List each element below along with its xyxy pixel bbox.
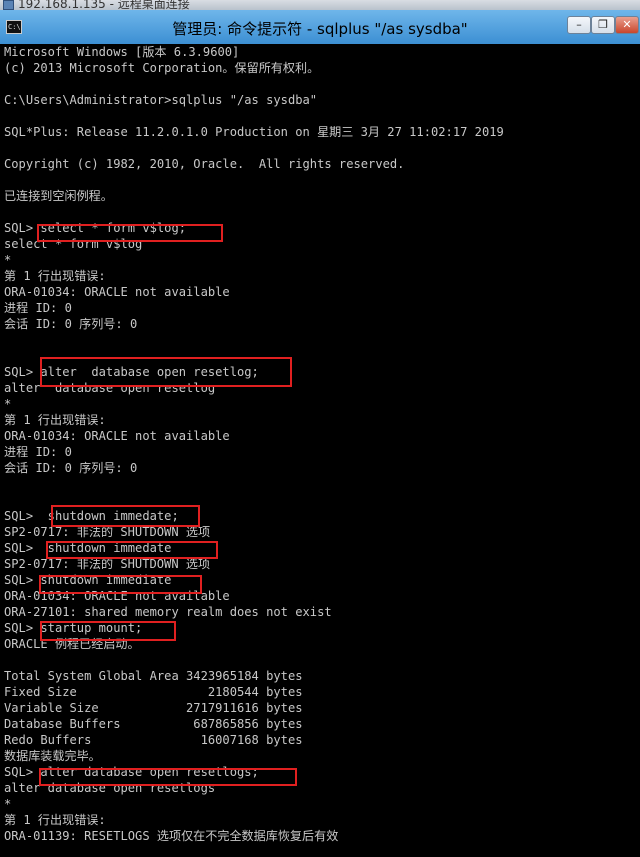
- maximize-button[interactable]: ❐: [591, 16, 615, 34]
- console-line: 进程 ID: 0: [4, 301, 72, 315]
- console-line: Fixed Size 2180544 bytes: [4, 685, 303, 699]
- console-line: *: [4, 253, 12, 267]
- highlight-box: [39, 575, 202, 594]
- console-line: Total System Global Area 3423965184 byte…: [4, 669, 303, 683]
- console-line: ORA-01139: RESETLOGS 选项仅在不完全数据库恢复后有效: [4, 829, 339, 843]
- console-line: Redo Buffers 16007168 bytes: [4, 733, 303, 747]
- console-line: Microsoft Windows [版本 6.3.9600]: [4, 45, 240, 59]
- console-line: C:\Users\Administrator>sqlplus "/as sysd…: [4, 93, 318, 107]
- console-line: 会话 ID: 0 序列号: 0: [4, 461, 138, 475]
- window-titlebar[interactable]: C:\ 管理员: 命令提示符 - sqlplus "/as sysdba" – …: [0, 10, 640, 44]
- highlight-box: [37, 224, 223, 242]
- console-line: Copyright (c) 1982, 2010, Oracle. All ri…: [4, 157, 405, 171]
- console-line: 会话 ID: 0 序列号: 0: [4, 317, 138, 331]
- highlight-box: [39, 768, 297, 786]
- highlight-box: [40, 621, 176, 641]
- console-line: ORA-01034: ORACLE not available: [4, 285, 230, 299]
- console-line: SQL*Plus: Release 11.2.0.1.0 Production …: [4, 125, 504, 139]
- highlight-box: [51, 505, 200, 527]
- remote-desktop-icon: [3, 0, 14, 10]
- close-button[interactable]: ✕: [615, 16, 639, 34]
- console-line: (c) 2013 Microsoft Corporation。保留所有权利。: [4, 61, 320, 75]
- console-line: ORA-27101: shared memory realm does not …: [4, 605, 332, 619]
- highlight-box: [46, 541, 218, 559]
- console-line: Database Buffers 687865856 bytes: [4, 717, 303, 731]
- console-line: 已连接到空闲例程。: [4, 189, 113, 203]
- minimize-button[interactable]: –: [567, 16, 591, 34]
- window-title: 管理员: 命令提示符 - sqlplus "/as sysdba": [172, 20, 468, 38]
- console-line: *: [4, 797, 12, 811]
- console-line: *: [4, 397, 12, 411]
- console-line: Variable Size 2717911616 bytes: [4, 701, 303, 715]
- remote-desktop-bar: 192.168.1.135 - 远程桌面连接: [0, 0, 640, 10]
- highlight-box: [40, 357, 292, 387]
- console-line: 第 1 行出现错误:: [4, 813, 106, 827]
- console-line: 进程 ID: 0: [4, 445, 72, 459]
- console-output[interactable]: Microsoft Windows [版本 6.3.9600] (c) 2013…: [0, 44, 640, 857]
- console-line: 第 1 行出现错误:: [4, 269, 106, 283]
- console-line: 数据库装载完毕。: [4, 749, 101, 763]
- remote-desktop-title: 192.168.1.135 - 远程桌面连接: [18, 0, 190, 10]
- console-line: ORA-01034: ORACLE not available: [4, 429, 230, 443]
- console-line: 第 1 行出现错误:: [4, 413, 106, 427]
